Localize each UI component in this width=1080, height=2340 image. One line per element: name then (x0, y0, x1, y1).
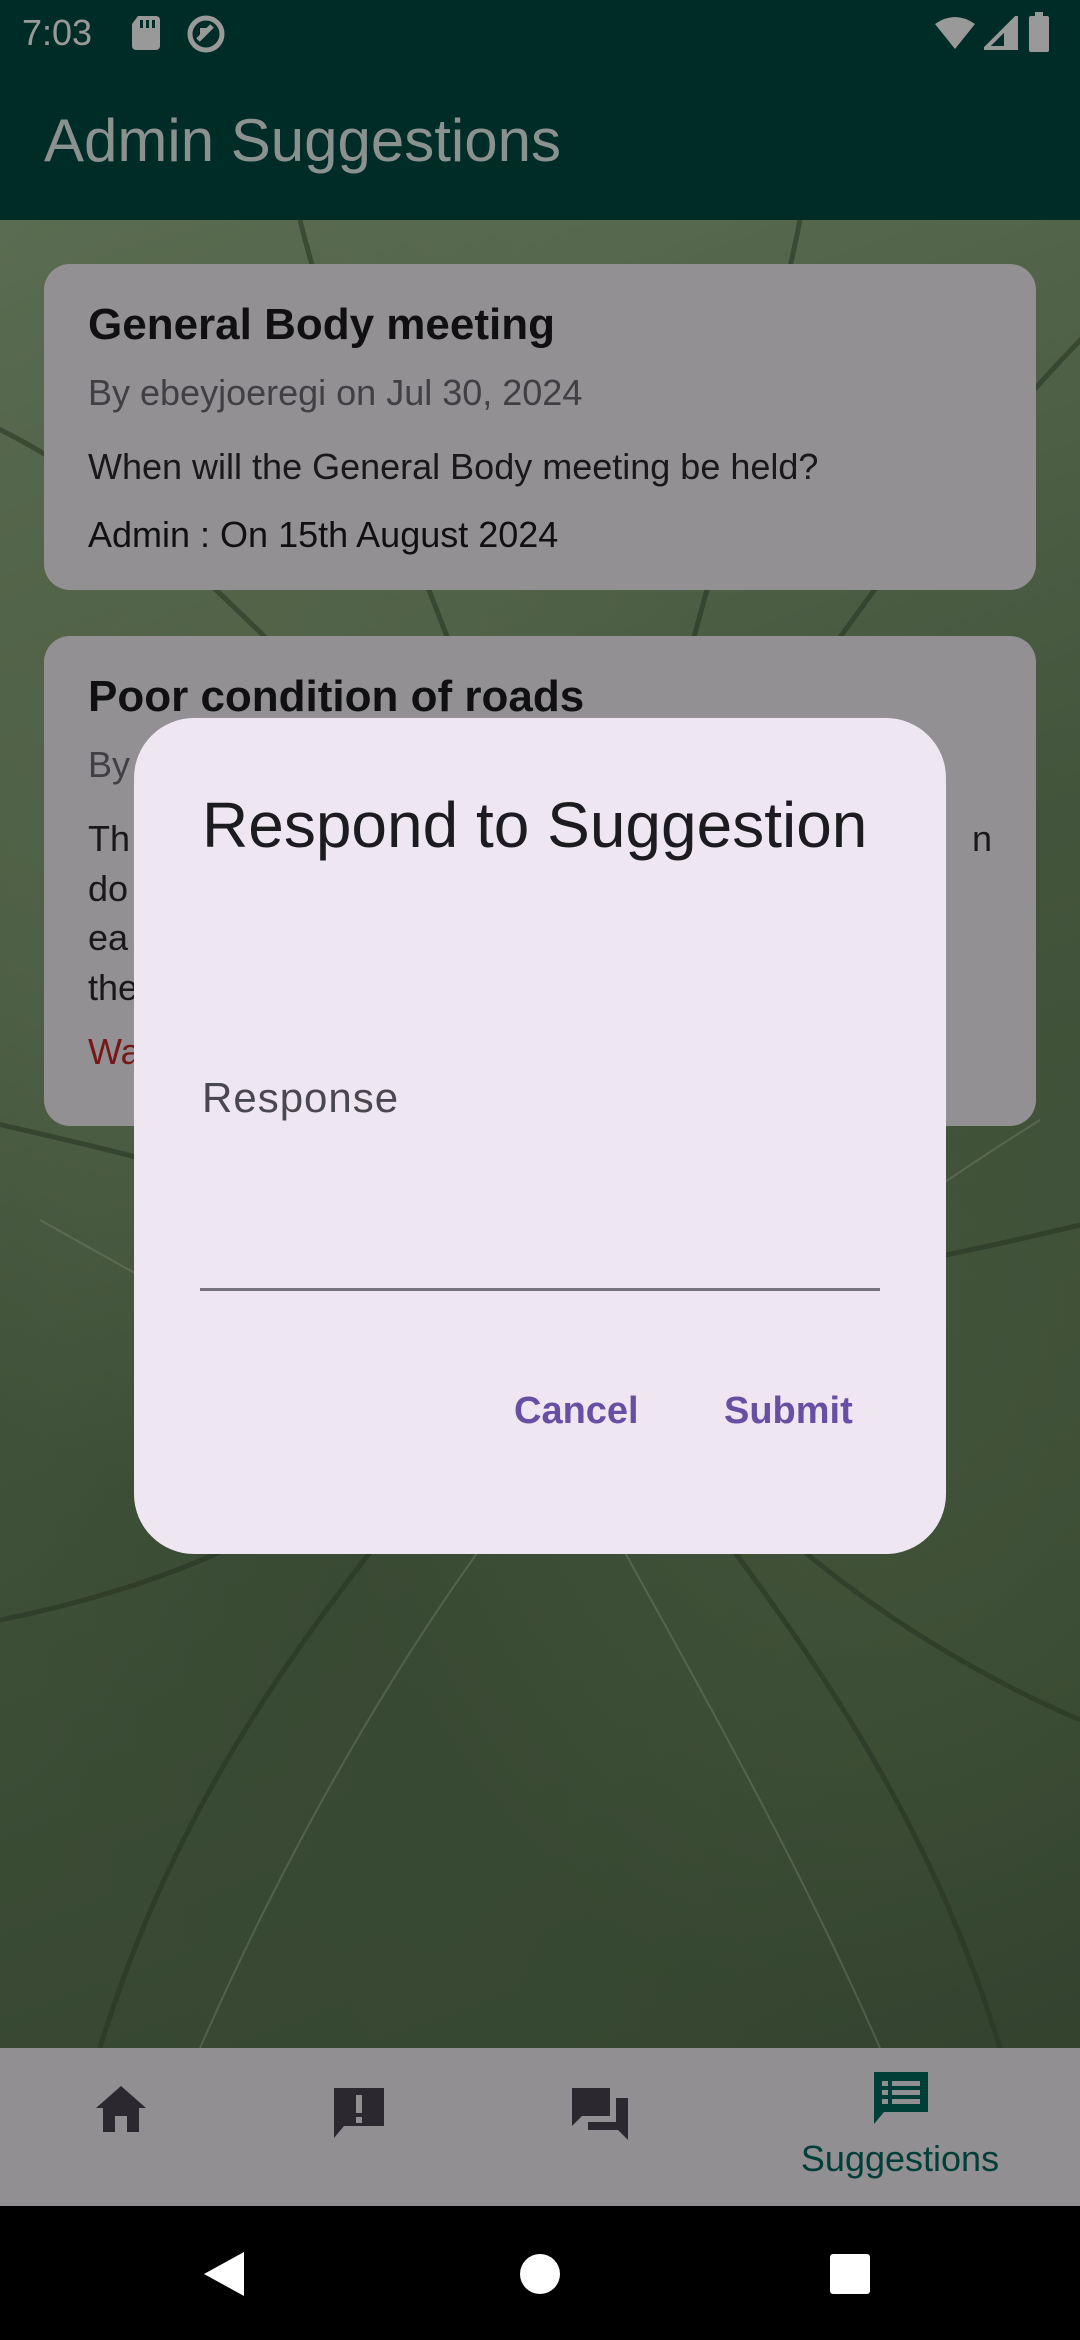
recents-icon[interactable] (830, 2254, 870, 2294)
system-navigation-bar (0, 2206, 1080, 2340)
response-field-label: Response (202, 1074, 400, 1121)
back-icon[interactable] (202, 2250, 246, 2298)
submit-button[interactable]: Submit (724, 1390, 853, 1433)
response-field-underline (200, 1288, 880, 1291)
cancel-button[interactable]: Cancel (514, 1390, 639, 1433)
dialog-title: Respond to Suggestion (202, 789, 868, 861)
respond-dialog: Respond to Suggestion Response Cancel Su… (134, 718, 946, 1554)
home-circle-icon[interactable] (518, 2252, 562, 2296)
response-input[interactable] (200, 1138, 880, 1208)
